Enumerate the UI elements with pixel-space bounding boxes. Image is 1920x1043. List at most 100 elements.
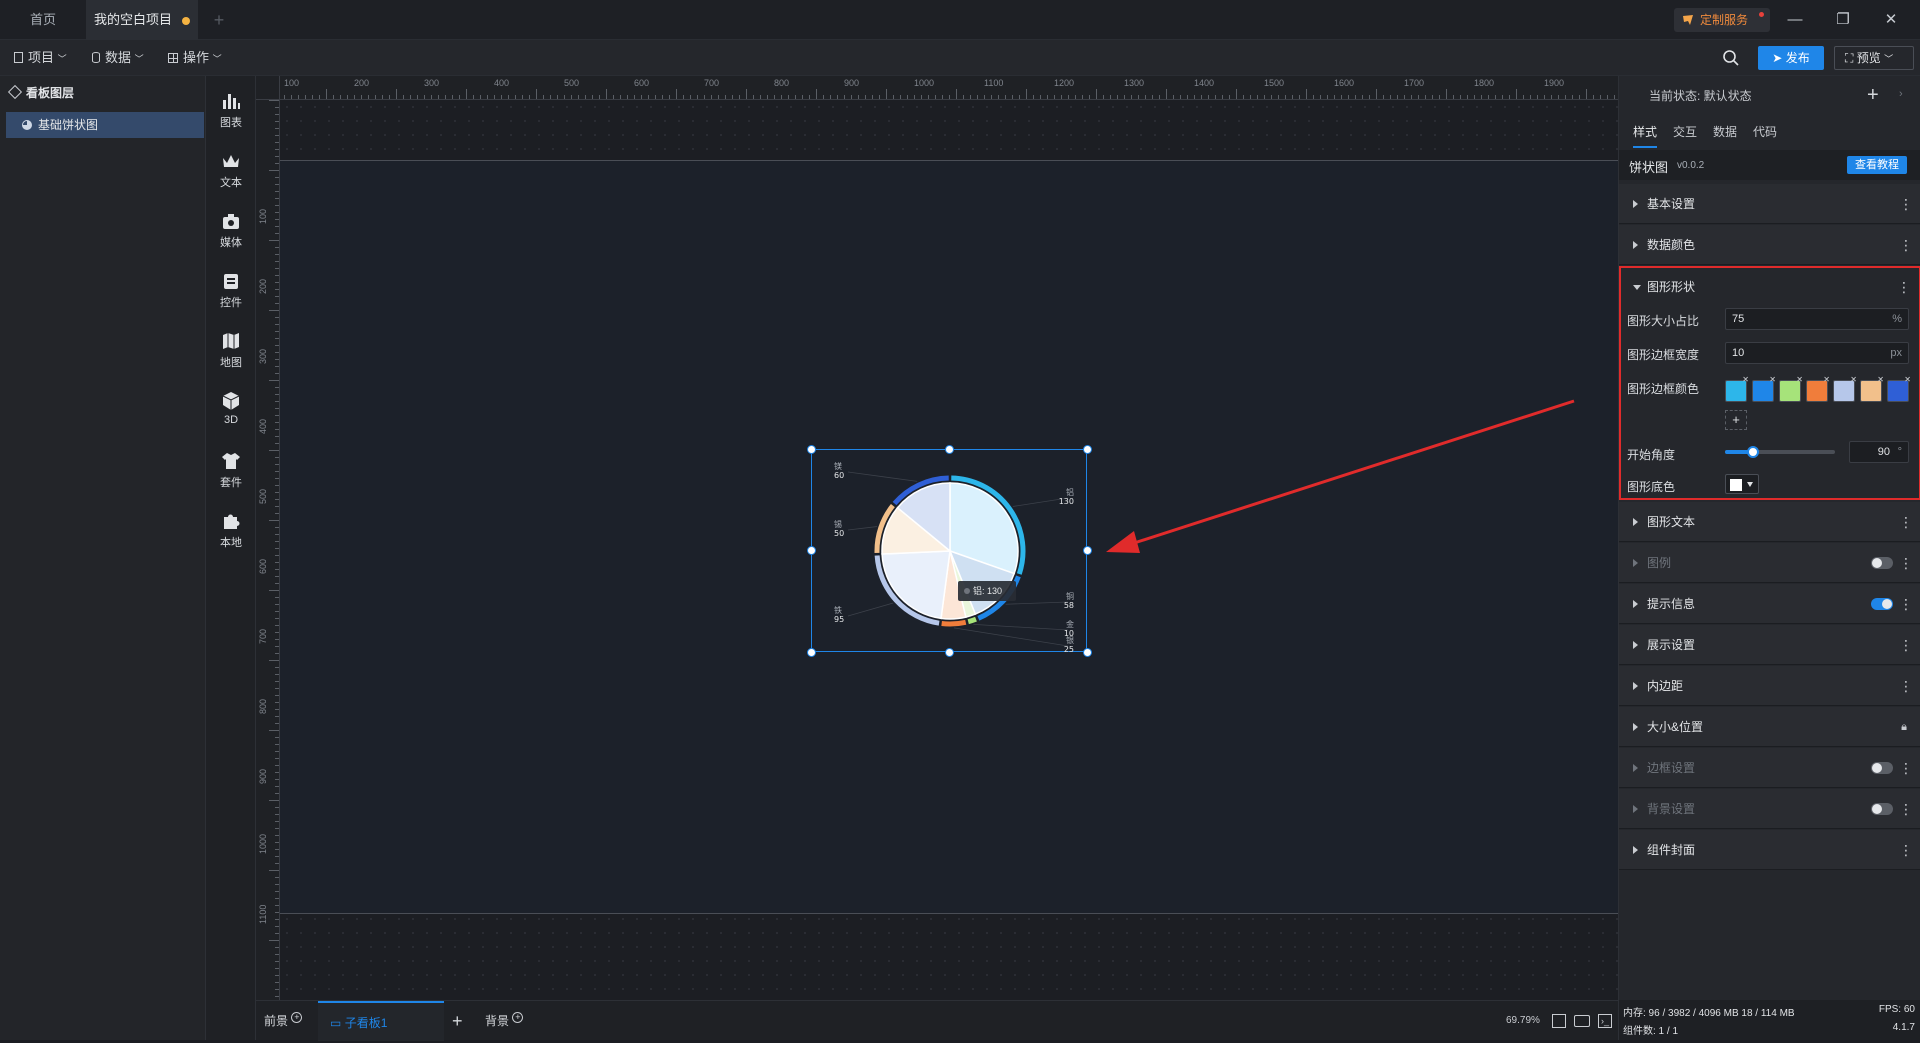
border-color-swatch[interactable]: ✕ bbox=[1887, 375, 1911, 402]
more-icon[interactable]: ⋮ bbox=[1899, 830, 1913, 870]
chevron-right-icon[interactable]: › bbox=[1899, 88, 1903, 100]
ruler-tick bbox=[711, 95, 712, 99]
section-shape-header[interactable]: 图形形状 ⋮ bbox=[1621, 268, 1919, 306]
comp-media[interactable]: 媒体 bbox=[206, 204, 256, 264]
remove-color-icon[interactable]: ✕ bbox=[1877, 375, 1884, 384]
remove-color-icon[interactable]: ✕ bbox=[1904, 375, 1911, 384]
menu-project[interactable]: 项目 ﹀ bbox=[14, 40, 67, 76]
add-circle-icon[interactable]: + bbox=[291, 1012, 303, 1023]
tab-code[interactable]: 代码 bbox=[1753, 120, 1777, 148]
border-color-swatch[interactable]: ✕ bbox=[1752, 375, 1776, 402]
section-background[interactable]: 背景设置 ⋮ bbox=[1619, 789, 1920, 829]
add-color-button[interactable]: + bbox=[1725, 410, 1747, 430]
resize-handle-s[interactable] bbox=[945, 648, 954, 657]
zoom-level[interactable]: 69.79% bbox=[1506, 1001, 1540, 1041]
layer-item-pie[interactable]: 基础饼状图 bbox=[6, 112, 204, 138]
comp-3d[interactable]: 3D bbox=[206, 384, 256, 444]
section-text[interactable]: 图形文本 ⋮ bbox=[1619, 502, 1920, 542]
tab-style[interactable]: 样式 bbox=[1633, 120, 1658, 148]
add-state-button[interactable]: + bbox=[1867, 84, 1879, 107]
section-datacolor[interactable]: 数据颜色 ⋮ bbox=[1619, 225, 1920, 265]
fit-screen-icon[interactable] bbox=[1552, 1014, 1566, 1028]
section-legend[interactable]: 图例 ⋮ bbox=[1619, 543, 1920, 583]
tooltip-toggle[interactable] bbox=[1871, 598, 1893, 610]
resize-handle-n[interactable] bbox=[945, 445, 954, 454]
section-border[interactable]: 边框设置 ⋮ bbox=[1619, 748, 1920, 788]
resize-handle-sw[interactable] bbox=[807, 648, 816, 657]
remove-color-icon[interactable]: ✕ bbox=[1769, 375, 1776, 384]
comp-chart[interactable]: 图表 bbox=[206, 84, 256, 144]
comp-map[interactable]: 地图 bbox=[206, 324, 256, 384]
menu-data[interactable]: 数据 ﹀ bbox=[92, 40, 144, 76]
resize-handle-w[interactable] bbox=[807, 546, 816, 555]
pie-chart-component[interactable]: 铝 130 铜 58 金 10 银 25 铁 95 锡 50 镁 60 铝: 130 bbox=[807, 445, 1092, 657]
more-icon[interactable]: ⋮ bbox=[1899, 584, 1913, 624]
tab-background[interactable]: 背景 + bbox=[485, 1001, 524, 1041]
more-icon[interactable]: ⋮ bbox=[1899, 625, 1913, 665]
preview-button[interactable]: ⛶ 预览 ﹀ bbox=[1834, 46, 1914, 70]
lock-icon[interactable]: 🔒︎ bbox=[1899, 707, 1909, 747]
minimize-button[interactable]: — bbox=[1772, 0, 1818, 40]
comp-control[interactable]: 控件 bbox=[206, 264, 256, 324]
size-ratio-input[interactable]: 75% bbox=[1725, 308, 1909, 330]
border-color-swatch[interactable]: ✕ bbox=[1806, 375, 1830, 402]
restore-button[interactable]: ❐ bbox=[1820, 0, 1866, 40]
more-icon[interactable]: ⋮ bbox=[1899, 543, 1913, 583]
resize-handle-e[interactable] bbox=[1083, 546, 1092, 555]
more-icon[interactable]: ⋮ bbox=[1899, 789, 1913, 829]
tab-foreground[interactable]: 前景 + bbox=[264, 1001, 303, 1041]
section-tooltip[interactable]: 提示信息 ⋮ bbox=[1619, 584, 1920, 624]
bg-color-picker[interactable] bbox=[1725, 474, 1759, 494]
resize-handle-nw[interactable] bbox=[807, 445, 816, 454]
start-angle-slider[interactable] bbox=[1725, 446, 1835, 458]
more-icon[interactable]: ⋮ bbox=[1899, 225, 1913, 265]
border-width-input[interactable]: 10 px bbox=[1725, 342, 1909, 364]
custom-service-button[interactable]: 定制服务 bbox=[1674, 8, 1770, 32]
section-display[interactable]: 展示设置 ⋮ bbox=[1619, 625, 1920, 665]
search-button[interactable] bbox=[1722, 49, 1740, 70]
ruler-tick bbox=[275, 254, 279, 255]
more-icon[interactable]: ⋮ bbox=[1899, 748, 1913, 788]
keyboard-icon[interactable] bbox=[1574, 1015, 1590, 1027]
tab-interaction[interactable]: 交互 bbox=[1673, 120, 1697, 148]
add-circle-icon[interactable]: + bbox=[512, 1012, 524, 1023]
resize-handle-ne[interactable] bbox=[1083, 445, 1092, 454]
add-board-button[interactable]: + bbox=[452, 1001, 463, 1041]
tab-home[interactable]: 首页 bbox=[0, 0, 86, 40]
close-button[interactable]: ✕ bbox=[1868, 0, 1914, 40]
terminal-icon[interactable]: ›_ bbox=[1598, 1014, 1612, 1028]
more-icon[interactable]: ⋮ bbox=[1899, 666, 1913, 706]
remove-color-icon[interactable]: ✕ bbox=[1742, 375, 1749, 384]
remove-color-icon[interactable]: ✕ bbox=[1850, 375, 1857, 384]
more-icon[interactable]: ⋮ bbox=[1897, 268, 1911, 306]
slider-handle[interactable] bbox=[1746, 446, 1759, 458]
legend-toggle[interactable] bbox=[1871, 557, 1893, 569]
remove-color-icon[interactable]: ✕ bbox=[1823, 375, 1830, 384]
border-toggle[interactable] bbox=[1871, 762, 1893, 774]
comp-text[interactable]: 文本 bbox=[206, 144, 256, 204]
more-icon[interactable]: ⋮ bbox=[1899, 502, 1913, 542]
tab-data[interactable]: 数据 bbox=[1713, 120, 1737, 148]
remove-color-icon[interactable]: ✕ bbox=[1796, 375, 1803, 384]
background-toggle[interactable] bbox=[1871, 803, 1893, 815]
section-basic[interactable]: 基本设置 ⋮ bbox=[1619, 184, 1920, 224]
comp-local[interactable]: 本地 bbox=[206, 504, 256, 564]
section-sizepos[interactable]: 大小&位置 🔒︎ bbox=[1619, 707, 1920, 747]
section-cover[interactable]: 组件封面 ⋮ bbox=[1619, 830, 1920, 870]
add-tab-button[interactable]: + bbox=[206, 0, 232, 40]
more-icon[interactable]: ⋮ bbox=[1899, 184, 1913, 224]
tutorial-button[interactable]: 查看教程 bbox=[1847, 156, 1907, 174]
border-color-swatch[interactable]: ✕ bbox=[1725, 375, 1749, 402]
tab-subboard[interactable]: ▭ 子看板1 bbox=[318, 1001, 444, 1041]
publish-button[interactable]: ➤ 发布 bbox=[1758, 46, 1824, 70]
resize-handle-se[interactable] bbox=[1083, 648, 1092, 657]
menu-operate[interactable]: 操作 ﹀ bbox=[168, 40, 222, 76]
section-padding[interactable]: 内边距 ⋮ bbox=[1619, 666, 1920, 706]
border-color-swatch[interactable]: ✕ bbox=[1779, 375, 1803, 402]
ruler-tick bbox=[275, 849, 279, 850]
border-color-swatch[interactable]: ✕ bbox=[1833, 375, 1857, 402]
border-color-swatch[interactable]: ✕ bbox=[1860, 375, 1884, 402]
comp-kit[interactable]: 套件 bbox=[206, 444, 256, 504]
start-angle-input[interactable]: 90 ° bbox=[1849, 441, 1909, 463]
tab-project[interactable]: 我的空白项目 bbox=[86, 0, 198, 40]
